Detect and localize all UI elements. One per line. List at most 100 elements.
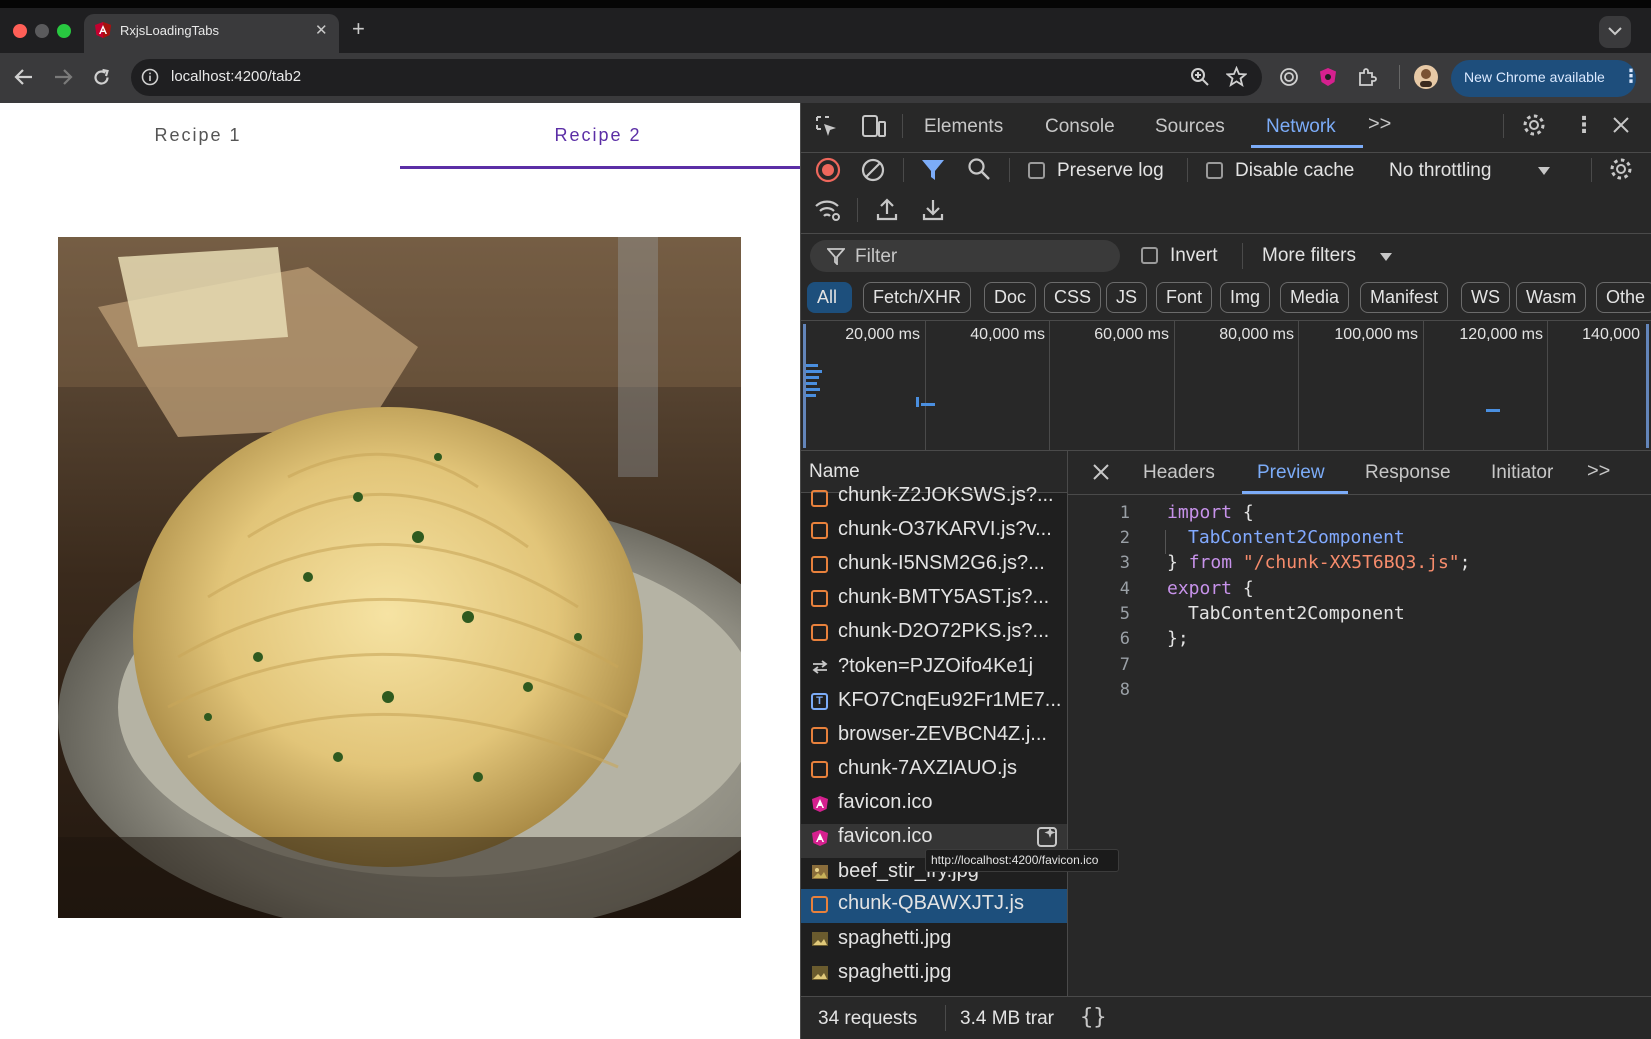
stop-recording-icon[interactable]: [815, 157, 841, 183]
extensions-puzzle-icon[interactable]: [1357, 66, 1378, 87]
chip-other[interactable]: Othe: [1596, 282, 1651, 313]
request-name[interactable]: chunk-BMTY5AST.js?...: [838, 586, 1060, 609]
request-name[interactable]: KFO7CnqEu92Fr1ME7...: [838, 689, 1060, 712]
chip-doc[interactable]: Doc: [984, 282, 1037, 313]
line-number: 2: [1119, 528, 1130, 548]
throttling-select[interactable]: No throttling: [1389, 160, 1491, 182]
open-in-sources-icon[interactable]: [1036, 825, 1060, 849]
tab-recipe-2-label: Recipe 2: [554, 125, 642, 145]
devtools-tab-divider: [902, 114, 903, 138]
request-name[interactable]: chunk-7AXZIAUO.js: [838, 757, 1060, 780]
close-devtools-icon[interactable]: [1611, 115, 1631, 135]
line-number: 3: [1119, 553, 1130, 573]
reload-icon[interactable]: [92, 68, 111, 87]
chip-all[interactable]: All: [807, 282, 847, 313]
minimize-window-button[interactable]: [35, 24, 49, 38]
code-token: {: [1232, 502, 1254, 523]
bookmark-star-icon[interactable]: [1226, 66, 1247, 87]
timeline-tick: 80,000 ms: [1219, 326, 1294, 343]
chip-js[interactable]: JS: [1106, 282, 1148, 313]
devtools-settings-gear-icon[interactable]: [1521, 112, 1547, 138]
inspect-element-icon[interactable]: [815, 115, 839, 139]
network-toolbar-divider: [857, 198, 858, 222]
request-count: 34 requests: [818, 1008, 918, 1029]
request-name[interactable]: favicon.ico: [838, 825, 1060, 848]
network-settings-gear-icon[interactable]: [1608, 156, 1634, 182]
new-tab-button[interactable]: +: [352, 16, 365, 42]
browser-tab-title: RxjsLoadingTabs: [120, 23, 220, 38]
pretty-print-button[interactable]: {}: [1080, 1005, 1107, 1030]
request-name[interactable]: chunk-I5NSM2G6.js?...: [838, 552, 1060, 575]
tab-recipe-2[interactable]: Recipe 2: [498, 125, 698, 146]
close-window-button[interactable]: [13, 24, 27, 38]
request-name[interactable]: chunk-D2O72PKS.js?...: [838, 620, 1060, 643]
extension-target-icon[interactable]: [1279, 67, 1299, 87]
code-token: }: [1167, 552, 1189, 573]
timeline-right-handle[interactable]: [1646, 324, 1649, 448]
device-toolbar-icon[interactable]: [861, 114, 887, 138]
zoom-window-button[interactable]: [57, 24, 71, 38]
address-url[interactable]: localhost:4200/tab2: [171, 68, 301, 85]
script-file-icon: [811, 490, 828, 507]
more-filters-button[interactable]: More filters: [1262, 245, 1356, 267]
invert-checkbox[interactable]: [1141, 247, 1158, 264]
back-icon[interactable]: [14, 68, 34, 86]
tab-elements[interactable]: Elements: [924, 116, 1003, 138]
tab-response[interactable]: Response: [1365, 462, 1451, 484]
import-har-icon[interactable]: [876, 197, 898, 221]
list-detail-divider[interactable]: [1067, 451, 1068, 997]
chip-img[interactable]: Img: [1220, 282, 1271, 313]
network-conditions-icon[interactable]: [814, 198, 842, 222]
request-name[interactable]: browser-ZEVBCN4Z.j...: [838, 723, 1060, 746]
request-name[interactable]: spaghetti.jpg: [838, 927, 1060, 950]
chevron-down-icon: [1608, 27, 1622, 36]
network-toolbar-divider: [1187, 158, 1188, 182]
chip-media[interactable]: Media: [1280, 282, 1350, 313]
image-file-icon: [812, 966, 828, 980]
request-name[interactable]: favicon.ico: [838, 791, 1060, 814]
angular-favicon-icon: [812, 830, 828, 846]
chrome-menu-icon[interactable]: ⋮: [1622, 66, 1640, 87]
clear-log-icon[interactable]: [860, 157, 886, 183]
request-name[interactable]: chunk-Z2JOKSWS.js?...: [838, 484, 1060, 507]
line-number: 1: [1119, 503, 1130, 523]
tab-initiator[interactable]: Initiator: [1491, 462, 1553, 484]
request-name[interactable]: chunk-QBAWXJTJ.js: [838, 892, 1060, 915]
request-name[interactable]: ?token=PJZOifo4Ke1j: [838, 655, 1060, 678]
export-har-icon[interactable]: [922, 197, 944, 221]
chip-font[interactable]: Font: [1156, 282, 1213, 313]
chip-wasm[interactable]: Wasm: [1516, 282, 1587, 313]
chip-css[interactable]: CSS: [1044, 282, 1102, 313]
preserve-log-checkbox[interactable]: [1028, 162, 1045, 179]
zoom-icon[interactable]: [1190, 67, 1210, 87]
profile-avatar[interactable]: [1413, 64, 1439, 90]
tab-recipe-1[interactable]: Recipe 1: [98, 125, 298, 146]
angular-devtools-extension-icon[interactable]: [1318, 67, 1338, 87]
close-tab-icon[interactable]: ✕: [315, 22, 328, 40]
tab-console[interactable]: Console: [1045, 116, 1115, 138]
tab-sources[interactable]: Sources: [1155, 116, 1225, 138]
tab-headers[interactable]: Headers: [1143, 462, 1215, 484]
search-icon[interactable]: [967, 157, 991, 181]
site-info-icon[interactable]: [141, 68, 159, 86]
chip-ws[interactable]: WS: [1461, 282, 1510, 313]
toolbar-divider: [1399, 65, 1400, 89]
close-detail-icon[interactable]: [1091, 462, 1111, 482]
devtools-menu-icon[interactable]: ⋮: [1573, 112, 1595, 138]
more-tabs-button[interactable]: >>: [1368, 113, 1391, 136]
more-detail-tabs-button[interactable]: >>: [1587, 460, 1610, 483]
request-name[interactable]: spaghetti.jpg: [838, 961, 1060, 984]
filter-funnel-icon[interactable]: [921, 159, 945, 181]
chip-manifest[interactable]: Manifest: [1360, 282, 1449, 313]
disable-cache-checkbox[interactable]: [1206, 162, 1223, 179]
code-token: export: [1167, 578, 1233, 599]
tab-network[interactable]: Network: [1266, 116, 1336, 138]
timeline-tick: 100,000 ms: [1334, 326, 1418, 343]
throttling-dropdown-icon[interactable]: [1537, 166, 1551, 176]
tab-preview[interactable]: Preview: [1257, 462, 1325, 484]
line-number: 8: [1119, 680, 1130, 700]
forward-icon[interactable]: [53, 68, 73, 86]
chip-fetch-xhr[interactable]: Fetch/XHR: [863, 282, 972, 313]
request-name[interactable]: chunk-O37KARVI.js?v...: [838, 518, 1060, 541]
screen: RxjsLoadingTabs ✕ + localhost:4200/tab2 …: [0, 0, 1651, 1039]
